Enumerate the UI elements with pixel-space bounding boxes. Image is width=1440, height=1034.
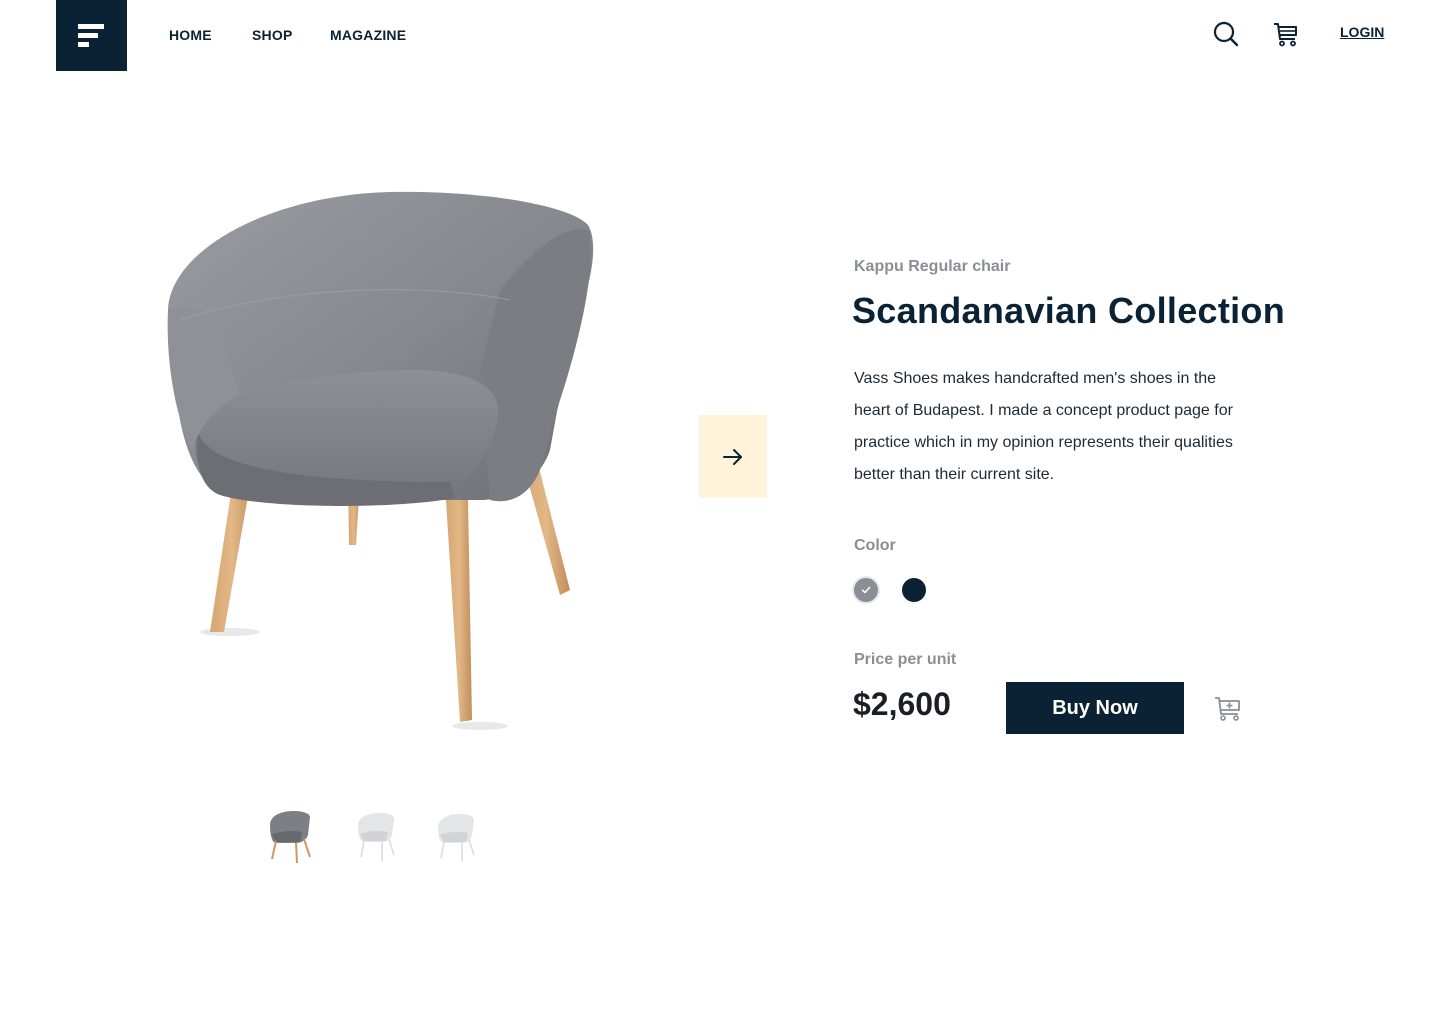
arrow-right-icon [723, 448, 742, 465]
thumbnail-chair-white-2[interactable] [432, 805, 480, 867]
thumbnail-chair-white[interactable] [352, 805, 400, 867]
cart-icon[interactable] [1272, 20, 1300, 48]
buy-now-button[interactable]: Buy Now [1006, 682, 1184, 734]
menu-lines-icon [78, 24, 104, 47]
search-icon[interactable] [1212, 20, 1240, 48]
nav-home[interactable]: HOME [169, 27, 212, 43]
price-value: $2,600 [853, 686, 951, 722]
product-image [167, 191, 594, 730]
logo[interactable] [56, 0, 127, 71]
product-title: Scandanavian Collection [852, 290, 1286, 331]
color-swatch-navy[interactable] [902, 578, 926, 602]
next-image-button[interactable] [699, 415, 767, 498]
add-to-cart-icon[interactable] [1213, 693, 1243, 723]
nav-shop[interactable]: SHOP [252, 27, 292, 43]
check-icon [861, 586, 871, 594]
login-link[interactable]: LOGIN [1340, 24, 1384, 40]
color-label: Color [854, 537, 896, 554]
product-subtitle: Kappu Regular chair [854, 258, 1011, 275]
nav-magazine[interactable]: MAGAZINE [330, 27, 406, 43]
price-label: Price per unit [854, 651, 957, 668]
thumbnail-chair-grey[interactable] [266, 805, 314, 867]
color-swatch-grey[interactable] [854, 578, 878, 602]
product-description: Vass Shoes makes handcrafted men's shoes… [854, 370, 1233, 483]
